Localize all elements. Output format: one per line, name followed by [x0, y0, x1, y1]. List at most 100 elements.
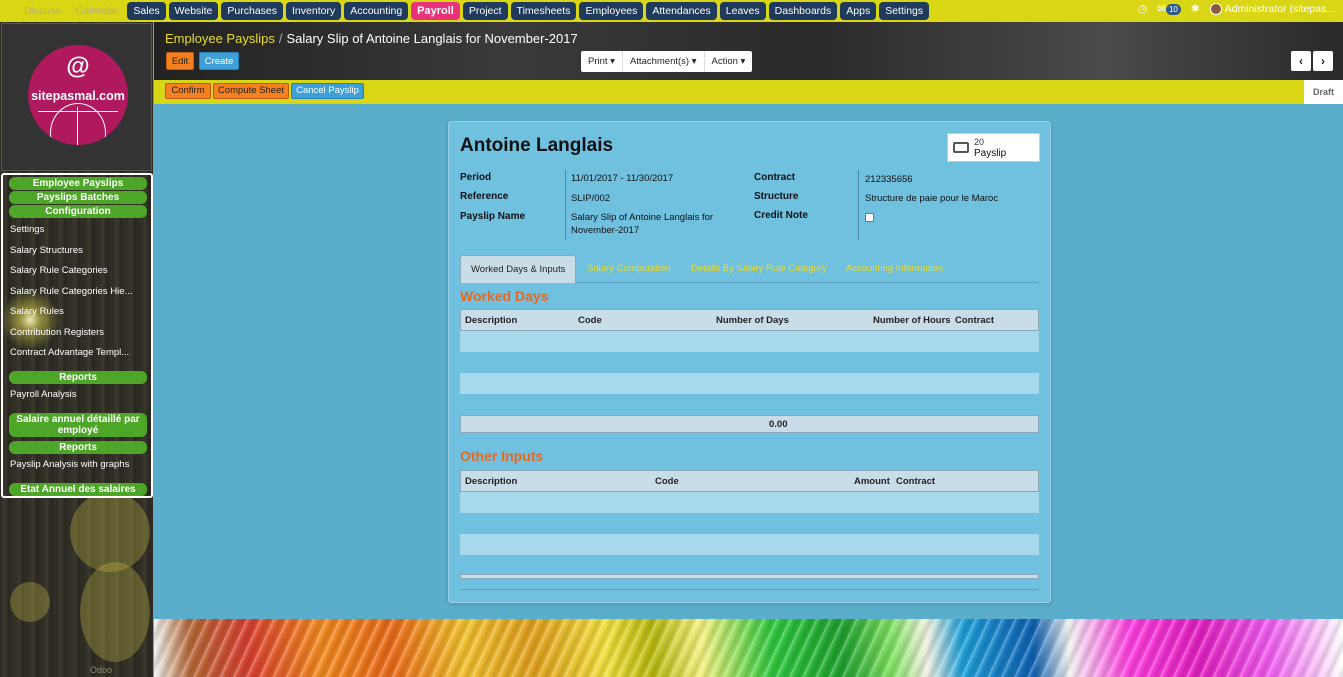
payslip-stat-button[interactable]: 20 Payslip — [947, 133, 1040, 162]
cancel-payslip-button[interactable]: Cancel Payslip — [291, 83, 364, 99]
menu-item-purchases[interactable]: Purchases — [221, 2, 284, 20]
menu-item-discuss[interactable]: Discuss — [18, 2, 67, 20]
period-value[interactable]: 11/01/2017 - 11/30/2017 — [571, 172, 673, 185]
form-statusbar: Confirm Compute Sheet Cancel Payslip Dra… — [154, 80, 1343, 104]
contract-value[interactable]: 212335656 — [865, 173, 913, 186]
sidebar-item-salary-rule-categories-hierarchy[interactable]: Salary Rule Categories Hie... — [10, 286, 133, 297]
messages-icon[interactable]: ✉ 10 — [1157, 3, 1181, 16]
menu-item-calendar[interactable]: Calendar — [70, 2, 125, 20]
print-dropdown[interactable]: Print ▾ — [581, 51, 623, 72]
payslip-count: 20 — [974, 137, 985, 147]
col-amount[interactable]: Amount — [854, 476, 890, 487]
col-code[interactable]: Code — [578, 315, 602, 326]
other-inputs-header: Description Code Amount Contract — [460, 470, 1039, 492]
app-menu: Discuss Calendar Sales Website Purchases Inve… — [18, 2, 930, 20]
sidebar-item-payroll-analysis[interactable]: Payroll Analysis — [10, 389, 77, 400]
sidebar-item-payslips-batches[interactable]: Payslips Batches — [9, 191, 147, 204]
table-row[interactable] — [460, 534, 1039, 555]
tab-salary-computation[interactable]: Salary Computation — [587, 255, 670, 283]
menu-item-project[interactable]: Project — [462, 2, 508, 20]
create-button[interactable]: Create — [199, 52, 239, 70]
pager-prev-button[interactable]: ‹ — [1291, 51, 1311, 71]
col-contract[interactable]: Contract — [955, 315, 994, 326]
logo-text: sitepasmal.com — [31, 89, 125, 103]
action-dropdown[interactable]: Action ▾ — [705, 51, 753, 72]
sidebar-item-settings[interactable]: Settings — [10, 224, 44, 235]
sidebar-item-salary-rule-categories[interactable]: Salary Rule Categories — [10, 265, 108, 276]
menu-item-apps[interactable]: Apps — [840, 2, 877, 20]
menu-item-sales[interactable]: Sales — [127, 2, 166, 20]
table-row[interactable] — [460, 352, 1039, 373]
menu-item-attendances[interactable]: Attendances — [646, 2, 717, 20]
form-notebook-tabs: Worked Days & Inputs Salary Computation … — [460, 255, 1039, 283]
other-inputs-title: Other Inputs — [460, 448, 544, 464]
sidebar-item-salary-rules[interactable]: Salary Rules — [10, 306, 64, 317]
breadcrumb-current: Salary Slip of Antoine Langlais for Nove… — [286, 31, 578, 46]
reference-label: Reference — [460, 191, 509, 202]
attachments-dropdown[interactable]: Attachment(s) ▾ — [623, 51, 705, 72]
breadcrumb: Employee Payslips / Salary Slip of Antoine… — [165, 31, 578, 46]
sidebar-item-salary-structures[interactable]: Salary Structures — [10, 245, 83, 256]
breadcrumb-separator: / — [278, 31, 283, 46]
sidebar-toolbar: Print ▾ Attachment(s) ▾ Action ▾ — [581, 51, 753, 72]
bug-icon[interactable]: ✱ — [1191, 3, 1200, 15]
table-row[interactable] — [460, 513, 1039, 534]
sidebar-section-reports-2: Reports — [9, 441, 147, 454]
credit-note-label: Credit Note — [754, 210, 808, 221]
sidebar-item-contribution-registers[interactable]: Contribution Registers — [10, 327, 104, 338]
col-code[interactable]: Code — [655, 476, 679, 487]
form-sheet: Antoine Langlais 20 Payslip Period 11/01… — [448, 121, 1051, 603]
menu-item-employees[interactable]: Employees — [579, 2, 644, 20]
odoo-footer[interactable]: Odoo — [90, 665, 112, 675]
compute-sheet-button[interactable]: Compute Sheet — [213, 83, 289, 99]
col-description[interactable]: Description — [465, 315, 517, 326]
user-name: Administrator (sitepas... — [1224, 3, 1335, 15]
reference-value[interactable]: SLIP/002 — [571, 192, 610, 205]
table-row[interactable] — [460, 331, 1039, 352]
menu-item-accounting[interactable]: Accounting — [344, 2, 409, 20]
structure-label: Structure — [754, 191, 799, 202]
credit-note-checkbox[interactable] — [865, 213, 874, 222]
sidebar: @ sitepasmal.com Employee Payslips Paysl… — [0, 22, 153, 677]
menu-item-settings[interactable]: Settings — [879, 2, 930, 20]
menu-item-dashboards[interactable]: Dashboards — [768, 2, 838, 20]
sidebar-item-etat-annuel[interactable]: Etat Annuel des salaires — [9, 483, 147, 496]
menu-item-timesheets[interactable]: Timesheets — [510, 2, 577, 20]
menu-item-website[interactable]: Website — [168, 2, 219, 20]
pager-next-button[interactable]: › — [1313, 51, 1333, 71]
tab-details-by-category[interactable]: Details By Salary Rule Category — [691, 255, 827, 283]
sidebar-item-employee-payslips[interactable]: Employee Payslips — [9, 177, 147, 190]
other-inputs-table: Description Code Amount Contract — [460, 470, 1039, 580]
payslip-stat-label: Payslip — [974, 148, 1007, 159]
menu-item-leaves[interactable]: Leaves — [719, 2, 766, 20]
table-row[interactable] — [460, 555, 1039, 576]
status-draft[interactable]: Draft — [1304, 80, 1343, 104]
col-number-of-hours[interactable]: Number of Hours — [873, 315, 951, 326]
payslip-name-value[interactable]: Salary Slip of Antoine Langlais for Nove… — [571, 211, 721, 237]
sidebar-item-payslip-analysis-graphs[interactable]: Payslip Analysis with graphs — [10, 459, 129, 470]
col-description[interactable]: Description — [465, 476, 517, 487]
table-row[interactable] — [460, 492, 1039, 513]
money-icon — [953, 142, 969, 153]
menu-item-inventory[interactable]: Inventory — [286, 2, 342, 20]
clock-icon[interactable]: ◷ — [1138, 3, 1147, 15]
structure-value[interactable]: Structure de paie pour le Maroc — [865, 192, 998, 205]
tab-accounting-information[interactable]: Accounting Information — [846, 255, 943, 283]
table-row[interactable] — [460, 373, 1039, 394]
tab-worked-days-inputs[interactable]: Worked Days & Inputs — [460, 255, 577, 283]
worked-days-table: Description Code Number of Days Number o… — [460, 309, 1039, 434]
sidebar-item-salaire-annuel[interactable]: Salaire annuel détaillé par employé — [9, 413, 147, 437]
edit-button[interactable]: Edit — [166, 52, 194, 70]
menu-item-payroll[interactable]: Payroll — [411, 2, 460, 20]
breadcrumb-parent[interactable]: Employee Payslips — [165, 31, 275, 46]
message-count-badge: 10 — [1165, 4, 1181, 16]
company-logo[interactable]: @ sitepasmal.com — [1, 23, 152, 171]
sidebar-item-contract-advantage-templates[interactable]: Contract Advantage Templ... — [10, 347, 129, 358]
sidebar-nav: Employee Payslips Payslips Batches Confi… — [1, 173, 153, 498]
confirm-button[interactable]: Confirm — [165, 83, 211, 99]
col-number-of-days[interactable]: Number of Days — [716, 315, 789, 326]
col-contract[interactable]: Contract — [896, 476, 935, 487]
user-menu[interactable]: Administrator (sitepas... — [1209, 3, 1335, 16]
contract-label: Contract — [754, 172, 796, 183]
table-row[interactable] — [460, 394, 1039, 415]
